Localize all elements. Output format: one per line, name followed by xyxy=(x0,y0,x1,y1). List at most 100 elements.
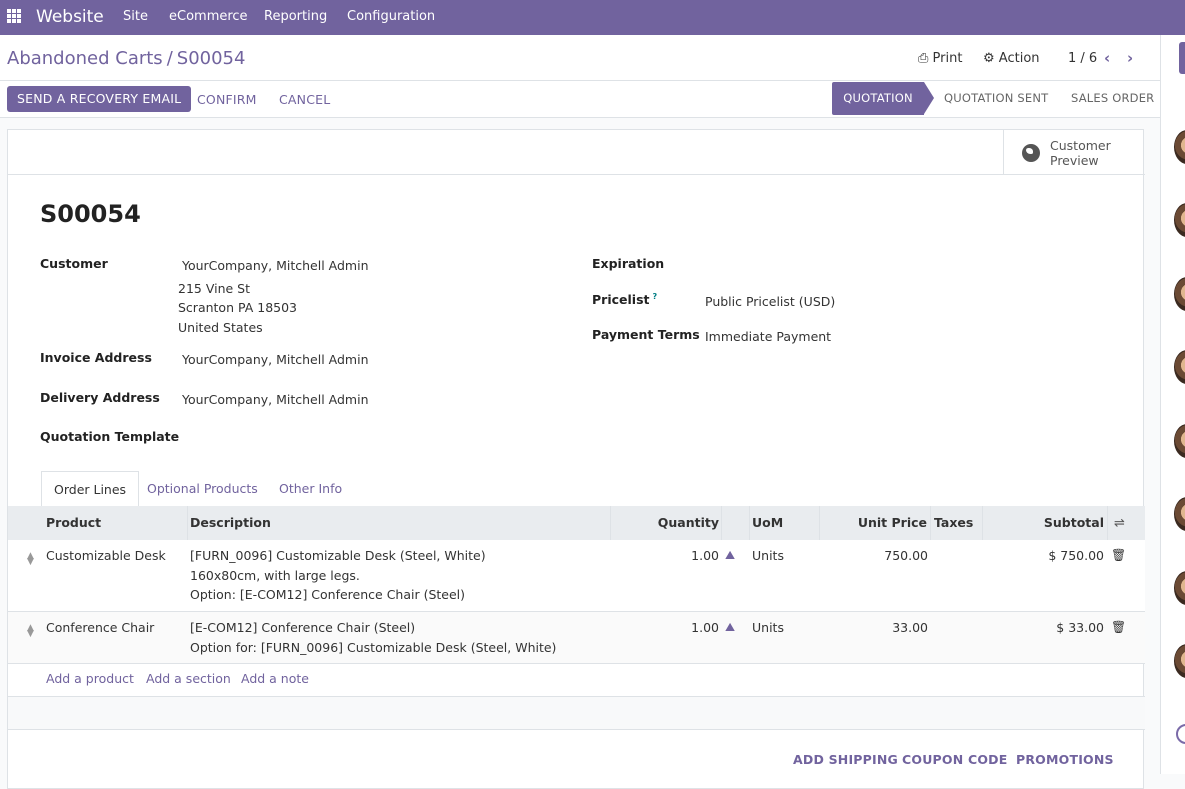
action-button[interactable]: ⚙ Action xyxy=(983,51,1040,66)
col-subtotal[interactable]: Subtotal xyxy=(1044,506,1104,540)
status-quotation-sent[interactable]: QUOTATION SENT xyxy=(944,82,1048,115)
confirm-button[interactable]: CONFIRM xyxy=(197,92,257,107)
drag-handle-icon[interactable]: ▲ ▼ xyxy=(27,624,34,639)
row-description-line[interactable]: Option for: [FURN_0096] Customizable Des… xyxy=(190,638,556,658)
row-product[interactable]: Conference Chair xyxy=(46,618,154,638)
cancel-button[interactable]: CANCEL xyxy=(279,92,330,107)
apps-menu-icon[interactable] xyxy=(7,9,21,23)
row-product[interactable]: Customizable Desk xyxy=(46,546,166,566)
add-product-link[interactable]: Add a product xyxy=(46,671,134,686)
chatter-button[interactable] xyxy=(1179,42,1185,74)
payment-terms-label: Payment Terms xyxy=(592,327,700,342)
row-quantity[interactable]: 1.00 xyxy=(691,546,719,566)
row-uom[interactable]: Units xyxy=(752,546,784,566)
add-note-link[interactable]: Add a note xyxy=(241,671,309,686)
tab-other-info[interactable]: Other Info xyxy=(267,471,354,506)
table-row[interactable]: ▲ ▼ Customizable Desk [FURN_0096] Customi… xyxy=(8,540,1145,612)
chevron-left-icon[interactable]: ‹ xyxy=(1104,49,1110,67)
customer-preview-button[interactable]: Customer Preview xyxy=(1003,130,1145,174)
row-unit-price[interactable]: 33.00 xyxy=(892,618,928,638)
customer-field[interactable]: YourCompany, Mitchell Admin xyxy=(182,258,369,273)
tab-order-lines[interactable]: Order Lines xyxy=(41,471,140,507)
drag-handle-icon[interactable]: ▲ ▼ xyxy=(27,552,34,567)
forecast-chart-icon[interactable]: ⛰ xyxy=(725,548,735,563)
print-button[interactable]: ⎙ Print xyxy=(918,51,962,66)
address-line-1: 215 Vine St xyxy=(178,281,251,296)
row-description-line[interactable]: [E-COM12] Conference Chair (Steel) xyxy=(190,618,415,638)
menu-reporting[interactable]: Reporting xyxy=(264,9,327,24)
row-unit-price[interactable]: 750.00 xyxy=(884,546,928,566)
col-quantity[interactable]: Quantity xyxy=(658,506,719,540)
add-section-link[interactable]: Add a section xyxy=(146,671,231,686)
coupon-code-button[interactable]: COUPON CODE xyxy=(902,752,1007,767)
row-description-line[interactable]: Option: [E-COM12] Conference Chair (Stee… xyxy=(190,585,465,605)
tab-optional-products[interactable]: Optional Products xyxy=(135,471,270,506)
pager-value[interactable]: 1 / 6 xyxy=(1068,51,1097,66)
printer-icon: ⎙ xyxy=(918,51,929,66)
avatar[interactable] xyxy=(1174,497,1185,531)
col-unit-price[interactable]: Unit Price xyxy=(858,506,927,540)
status-sales-order[interactable]: SALES ORDER xyxy=(1071,82,1154,115)
menu-ecommerce[interactable]: eCommerce xyxy=(169,9,248,24)
row-subtotal: $ 750.00 xyxy=(1048,548,1104,563)
chatter-scroll-icon[interactable] xyxy=(1176,724,1185,744)
pricelist-field[interactable]: Public Pricelist (USD) xyxy=(705,294,835,309)
avatar[interactable] xyxy=(1174,644,1185,678)
table-row[interactable]: ▲ ▼ Conference Chair [E-COM12] Conference… xyxy=(8,612,1145,664)
row-uom[interactable]: Units xyxy=(752,618,784,638)
payment-terms-field[interactable]: Immediate Payment xyxy=(705,329,831,344)
forecast-chart-icon[interactable]: ⛰ xyxy=(725,620,735,635)
chatter-panel xyxy=(1160,35,1185,774)
invoice-address-label: Invoice Address xyxy=(40,350,152,365)
order-lines-header: Product Description Quantity UoM Unit Pr… xyxy=(8,506,1145,541)
promotions-button[interactable]: PROMOTIONS xyxy=(1016,752,1114,767)
col-product[interactable]: Product xyxy=(46,506,101,540)
menu-site[interactable]: Site xyxy=(123,9,148,24)
form-sheet: Customer Preview S00054 Customer YourCom… xyxy=(7,129,1145,789)
button-box: Customer Preview xyxy=(8,130,1145,175)
chevron-right-icon[interactable]: › xyxy=(1127,49,1133,67)
avatar[interactable] xyxy=(1174,350,1185,384)
col-divider xyxy=(1107,506,1108,540)
send-recovery-email-button[interactable]: SEND A RECOVERY EMAIL xyxy=(7,86,192,112)
globe-icon xyxy=(1022,144,1040,162)
row-description-line[interactable]: [FURN_0096] Customizable Desk (Steel, Wh… xyxy=(190,546,486,566)
app-name[interactable]: Website xyxy=(36,7,104,27)
print-label: Print xyxy=(932,51,963,66)
control-panel: Abandoned Carts / S00054 ⎙ Print ⚙ Action … xyxy=(0,35,1160,118)
expiration-label: Expiration xyxy=(592,256,665,271)
control-divider xyxy=(0,80,1160,81)
top-navbar: Website Site eCommerce Reporting Configu… xyxy=(0,0,1185,35)
col-divider xyxy=(819,506,820,540)
row-description-line[interactable]: 160x80cm, with large legs. xyxy=(190,566,360,586)
add-line-links: Add a product Add a section Add a note xyxy=(8,663,1145,697)
address-line-2: Scranton PA 18503 xyxy=(178,300,298,315)
menu-configuration[interactable]: Configuration xyxy=(347,9,435,24)
col-divider xyxy=(749,506,750,540)
quotation-template-label: Quotation Template xyxy=(40,429,180,444)
status-quotation[interactable]: QUOTATION xyxy=(832,82,924,115)
row-subtotal: $ 33.00 xyxy=(1056,620,1104,635)
avatar[interactable] xyxy=(1174,424,1185,458)
avatar[interactable] xyxy=(1174,203,1185,237)
address-line-3: United States xyxy=(178,320,263,335)
col-divider xyxy=(982,506,983,540)
add-shipping-button[interactable]: ADD SHIPPING xyxy=(793,752,898,767)
row-quantity[interactable]: 1.00 xyxy=(691,618,719,638)
col-divider xyxy=(187,506,188,540)
optional-columns-icon[interactable]: ⇌ xyxy=(1114,516,1125,531)
help-icon[interactable]: ? xyxy=(652,292,657,301)
trash-icon[interactable]: 🗑 xyxy=(1111,548,1126,562)
trash-icon[interactable]: 🗑 xyxy=(1111,620,1126,634)
avatar[interactable] xyxy=(1174,277,1185,311)
col-taxes[interactable]: Taxes xyxy=(934,506,973,540)
col-uom[interactable]: UoM xyxy=(752,506,783,540)
col-description[interactable]: Description xyxy=(190,506,271,540)
delivery-address-field[interactable]: YourCompany, Mitchell Admin xyxy=(182,392,369,407)
table-footer xyxy=(8,697,1145,730)
breadcrumb-parent[interactable]: Abandoned Carts xyxy=(7,48,163,69)
invoice-address-field[interactable]: YourCompany, Mitchell Admin xyxy=(182,352,369,367)
gear-icon: ⚙ xyxy=(983,51,995,66)
avatar[interactable] xyxy=(1174,130,1185,164)
avatar[interactable] xyxy=(1174,571,1185,605)
